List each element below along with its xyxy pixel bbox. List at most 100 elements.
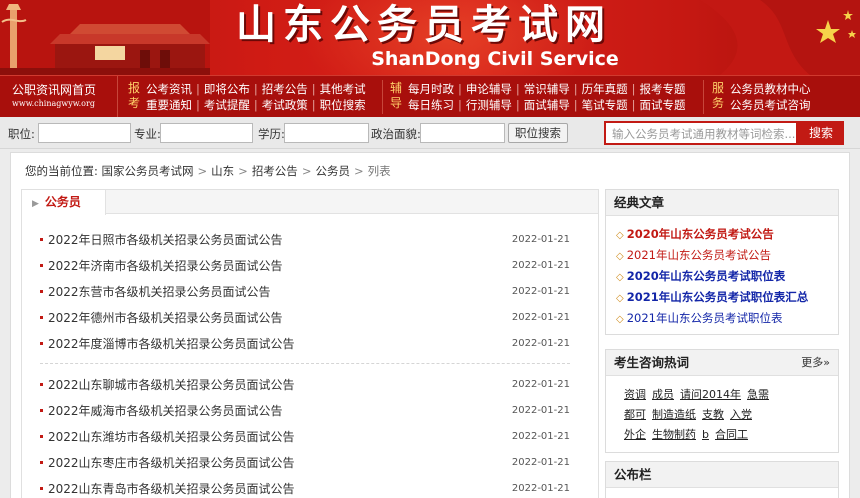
list-item[interactable]: 2022东营市各级机关招录公务员面试公告 2022-01-21	[40, 283, 570, 301]
nav-link[interactable]: 考试提醒	[204, 97, 250, 113]
nav-link[interactable]: 面试辅导	[524, 97, 570, 113]
bullet-icon	[40, 461, 43, 464]
classic-article-link[interactable]: ◇ 2020年山东公务员考试公告	[616, 226, 774, 244]
list-item-date: 2022-01-21	[511, 483, 570, 494]
list-item-title[interactable]: 2022年度淄博市各级机关招录公务员面试公告	[48, 335, 295, 353]
nav-group-label: 辅导	[389, 81, 402, 110]
classic-article-link[interactable]: ◇ 2020年山东公务员考试职位表	[616, 268, 785, 286]
classic-article-link[interactable]: ◇ 2021年山东公务员考试职位表汇总	[616, 289, 808, 307]
list-item-title[interactable]: 2022山东聊城市各级机关招录公务员面试公告	[48, 376, 295, 394]
hot-word-link[interactable]: 制造造纸	[652, 408, 696, 421]
keyword-search-button[interactable]: 搜索	[798, 121, 844, 145]
nav-group-label: 服务	[711, 81, 724, 110]
list-item-title[interactable]: 2022东营市各级机关招录公务员面试公告	[48, 283, 271, 301]
nav-link[interactable]: 每日练习	[408, 97, 454, 113]
nav-link[interactable]: 公考资讯	[146, 81, 192, 97]
bullet-icon	[40, 435, 43, 438]
breadcrumb-link[interactable]: 山东	[211, 164, 234, 178]
nav-group-apply: 报考 公考资讯 | 即将公布 | 招考公告 | 其他考试 重要通知 | 考试提醒 | 考试政策 | 职位…	[127, 81, 366, 113]
content-frame: 您的当前位置: 国家公务员考试网 > 山东 > 招考公告 > 公务员 > 列表 ▶ 公务员 202…	[10, 152, 850, 498]
list-item[interactable]: 2022山东潍坊市各级机关招录公务员面试公告 2022-01-21	[40, 428, 570, 446]
nav-link[interactable]: 公务员考试咨询	[730, 97, 811, 113]
site-banner: 山东公务员考试网 ShanDong Civil Service	[0, 0, 860, 75]
political-input[interactable]	[420, 123, 505, 143]
list-item-title[interactable]: 2022山东青岛市各级机关招录公务员面试公告	[48, 480, 295, 498]
nav-home-link[interactable]: 公职资讯网首页 www.chinagwyw.org	[0, 76, 118, 117]
list-item-title[interactable]: 2022山东枣庄市各级机关招录公务员面试公告	[48, 454, 295, 472]
nav-link[interactable]: 报考专题	[640, 81, 686, 97]
hot-word-link[interactable]: 成员	[652, 388, 674, 401]
bullet-icon	[40, 487, 43, 490]
hot-word-link[interactable]: 入党	[730, 408, 752, 421]
triangle-right-icon: ▶	[32, 199, 39, 209]
hot-word-link[interactable]: 合同工	[715, 428, 748, 441]
hot-word-link[interactable]: 都可	[624, 408, 646, 421]
tab-bar: ▶ 公务员	[22, 190, 598, 215]
position-search-button[interactable]: 职位搜索	[508, 123, 568, 143]
nav-link[interactable]: 历年真题	[582, 81, 628, 97]
list-item[interactable]: 2022山东枣庄市各级机关招录公务员面试公告 2022-01-21	[40, 454, 570, 472]
bullet-icon	[40, 264, 43, 267]
nav-link[interactable]: 即将公布	[204, 81, 250, 97]
nav-link[interactable]: 考试政策	[262, 97, 308, 113]
major-label: 专业:	[134, 127, 161, 141]
nav-link[interactable]: 招考公告	[262, 81, 308, 97]
breadcrumb-prefix: 您的当前位置:	[25, 164, 98, 178]
breadcrumb-link[interactable]: 招考公告	[252, 164, 298, 178]
nav-link[interactable]: 每月时政	[408, 81, 454, 97]
list-item-title[interactable]: 2022年日照市各级机关招录公务员面试公告	[48, 231, 283, 249]
keyword-search-input[interactable]: 输入公务员考试通用教材等词检索...	[604, 121, 798, 145]
list-item[interactable]: 2022山东青岛市各级机关招录公务员面试公告 2022-01-21	[40, 480, 570, 498]
nav-link[interactable]: 面试专题	[640, 97, 686, 113]
classic-article-link[interactable]: ◇ 2021年山东公务员考试公告	[616, 247, 771, 265]
hot-words-row: 资调 成员 请问2014年 急需	[624, 388, 775, 402]
nav-link[interactable]: 职位搜索	[320, 97, 366, 113]
main-nav: 公职资讯网首页 www.chinagwyw.org 报考 公考资讯 | 即将公布 | 招…	[0, 75, 860, 117]
nav-link[interactable]: 常识辅导	[524, 81, 570, 97]
bullet-icon	[40, 342, 43, 345]
breadcrumb-link[interactable]: 国家公务员考试网	[102, 164, 194, 178]
list-item-title[interactable]: 2022年德州市各级机关招录公务员面试公告	[48, 309, 283, 327]
nav-link[interactable]: 申论辅导	[466, 81, 512, 97]
hot-word-link[interactable]: 生物制药	[652, 428, 696, 441]
diamond-icon: ◇	[616, 251, 624, 262]
list-item[interactable]: 2022年日照市各级机关招录公务员面试公告 2022-01-21	[40, 231, 570, 249]
flag-illustration	[700, 0, 860, 75]
hot-words-panel: 考生咨询热词 更多» 资调 成员 请问2014年 急需 都可 制造造纸 支教 入党 外企 生物制…	[605, 349, 839, 453]
list-item-title[interactable]: 2022年济南市各级机关招录公务员面试公告	[48, 257, 283, 275]
nav-group-service: 服务 公务员教材中心 公务员考试咨询	[710, 76, 850, 117]
more-link[interactable]: 更多»	[801, 350, 830, 376]
tab-civil-servant[interactable]: ▶ 公务员	[22, 190, 106, 215]
list-item[interactable]: 2022年度淄博市各级机关招录公务员面试公告 2022-01-21	[40, 335, 570, 353]
position-search-bar: 职位: 专业: 学历: 政治面貌: 职位搜索 输入公务员考试通用教材等词检索..…	[0, 117, 860, 149]
nav-divider	[703, 80, 704, 114]
classic-article-link[interactable]: ◇ 2021年山东公务员考试职位表	[616, 310, 782, 328]
nav-link[interactable]: 行测辅导	[466, 97, 512, 113]
breadcrumb-link[interactable]: 公务员	[315, 164, 350, 178]
list-item[interactable]: 2022年威海市各级机关招录公务员面试公告 2022-01-21	[40, 402, 570, 420]
position-input[interactable]	[38, 123, 131, 143]
list-item-title[interactable]: 2022年威海市各级机关招录公务员面试公告	[48, 402, 283, 420]
major-input[interactable]	[160, 123, 253, 143]
nav-link[interactable]: 公务员教材中心	[730, 81, 811, 97]
hot-word-link[interactable]: 支教	[702, 408, 724, 421]
hot-word-link[interactable]: 请问2014年	[680, 388, 741, 401]
hot-word-link[interactable]: 外企	[624, 428, 646, 441]
nav-link[interactable]: 重要通知	[146, 97, 192, 113]
nav-link[interactable]: 其他考试	[320, 81, 366, 97]
list-item[interactable]: 2022山东聊城市各级机关招录公务员面试公告 2022-01-21	[40, 376, 570, 394]
political-label: 政治面貌:	[371, 127, 421, 141]
hot-word-link[interactable]: 急需	[747, 388, 769, 401]
notice-board-panel: 公布栏	[605, 461, 839, 498]
hot-word-link[interactable]: 资调	[624, 388, 646, 401]
nav-link[interactable]: 笔试专题	[582, 97, 628, 113]
education-input[interactable]	[284, 123, 369, 143]
hot-word-link[interactable]: b	[702, 428, 709, 441]
list-item-date: 2022-01-21	[511, 286, 570, 297]
bullet-icon	[40, 409, 43, 412]
bullet-icon	[40, 316, 43, 319]
list-item[interactable]: 2022年德州市各级机关招录公务员面试公告 2022-01-21	[40, 309, 570, 327]
list-item[interactable]: 2022年济南市各级机关招录公务员面试公告 2022-01-21	[40, 257, 570, 275]
tab-label: 公务员	[44, 195, 81, 209]
list-item-title[interactable]: 2022山东潍坊市各级机关招录公务员面试公告	[48, 428, 295, 446]
